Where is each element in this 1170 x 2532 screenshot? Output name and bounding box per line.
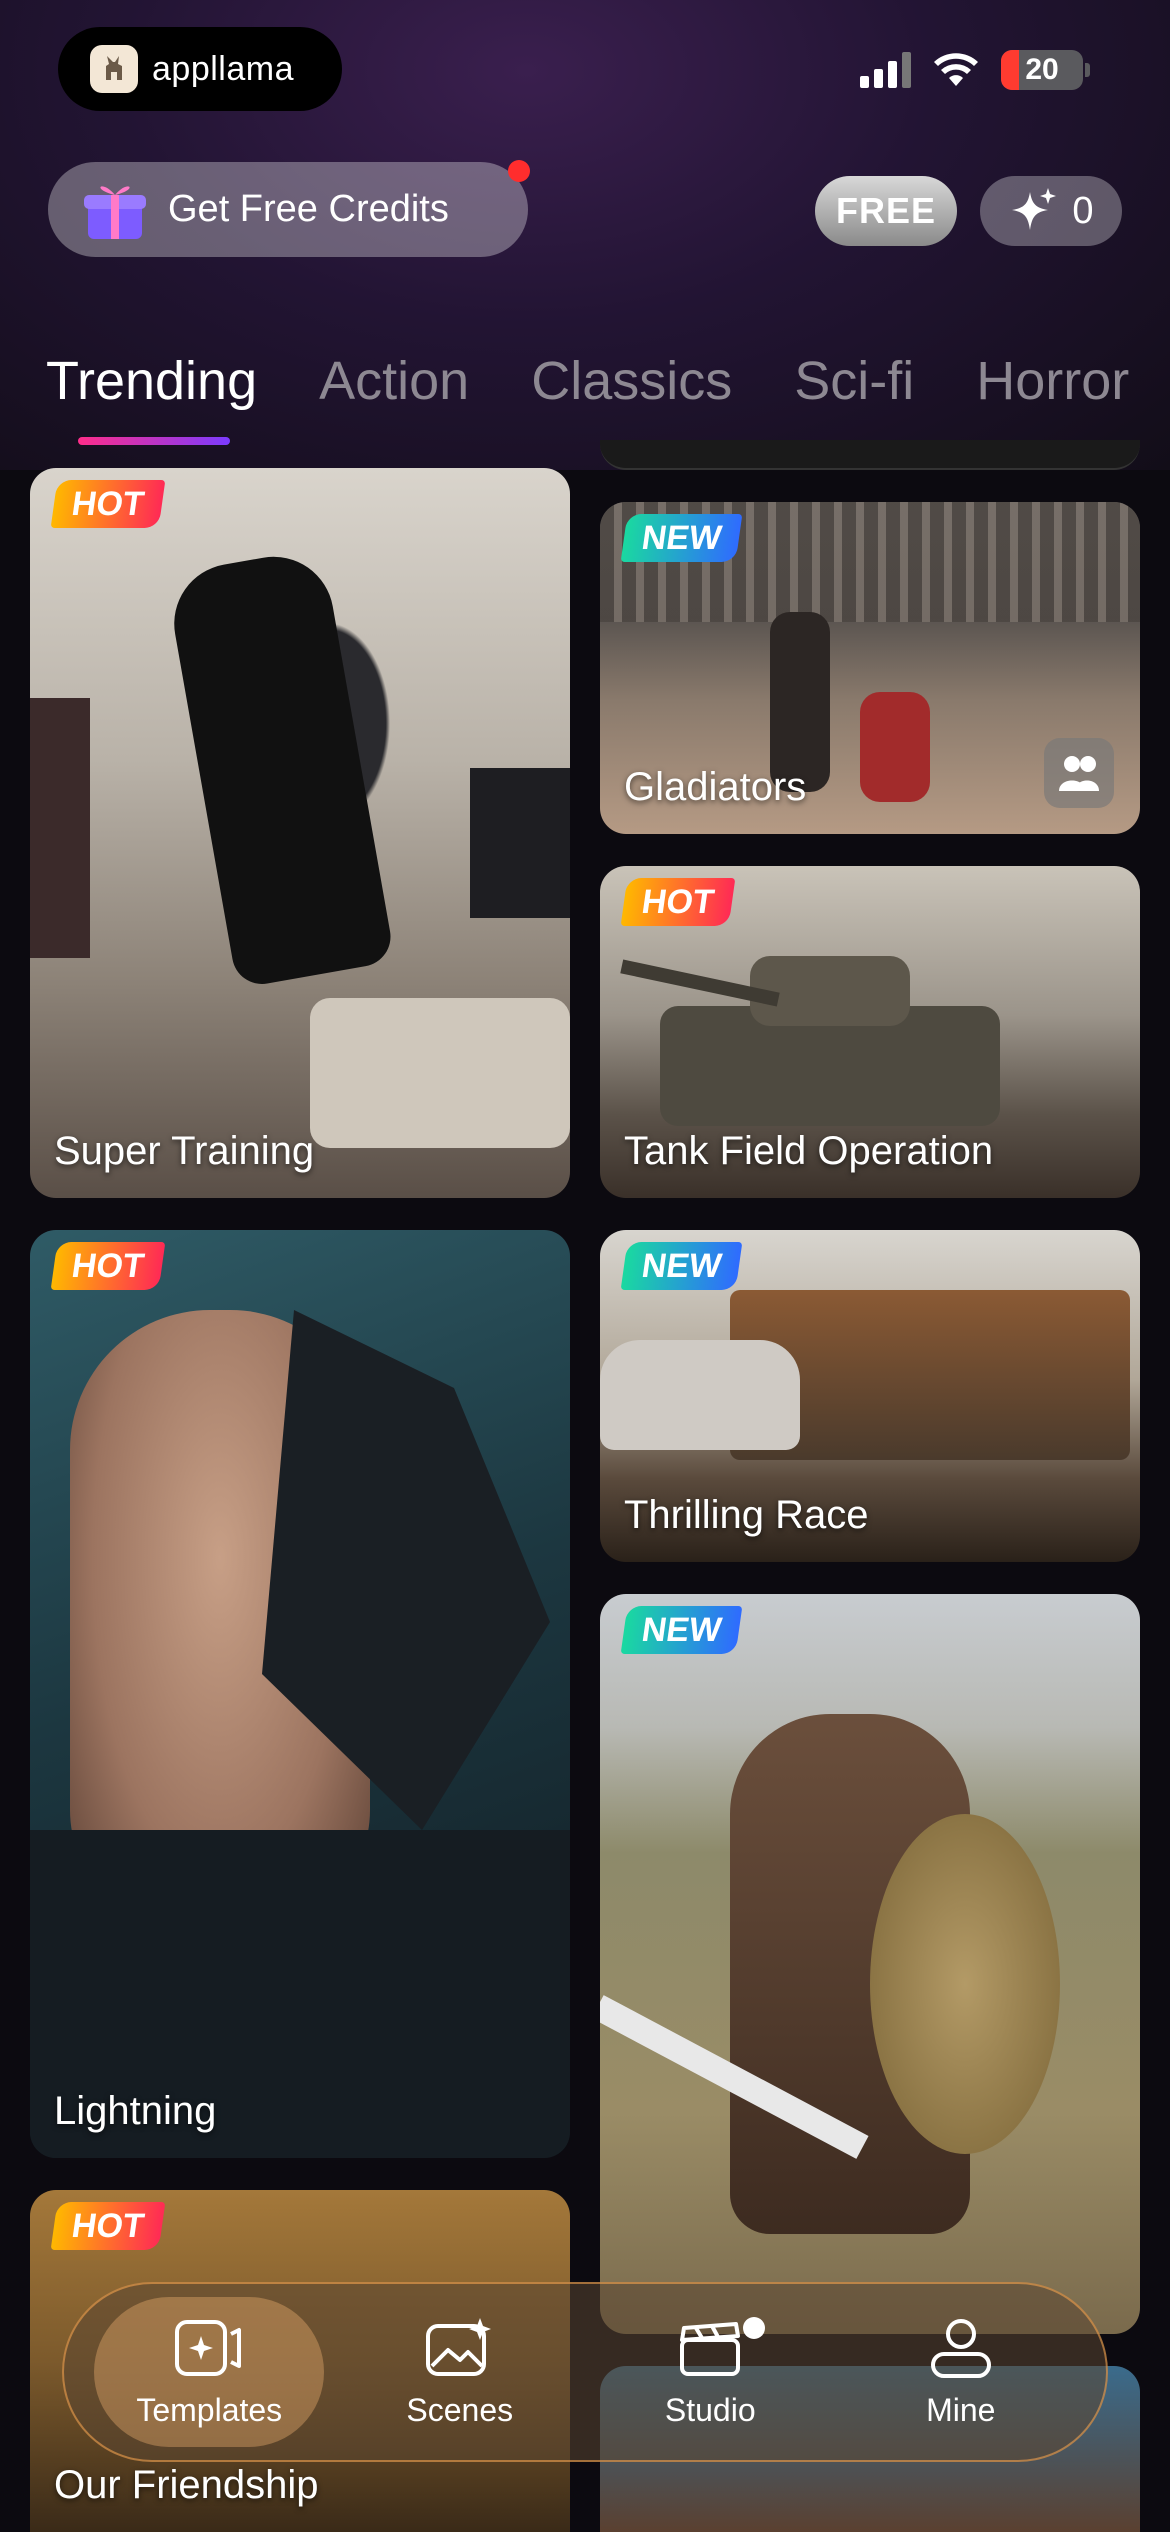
nav-templates[interactable]: Templates bbox=[94, 2297, 325, 2447]
clapperboard-icon bbox=[680, 2321, 741, 2376]
free-label: FREE bbox=[835, 190, 936, 231]
multi-person-icon bbox=[1044, 738, 1114, 808]
card-title: Our Friendship bbox=[54, 2463, 319, 2507]
free-plan-badge[interactable]: FREE bbox=[815, 176, 957, 246]
app-indicator-pill[interactable]: appllama bbox=[58, 27, 342, 111]
template-card-thrilling-race[interactable]: NEW Thrilling Race bbox=[600, 1230, 1140, 1562]
system-status: 20 bbox=[860, 50, 1090, 90]
card-title: Super Training bbox=[54, 1129, 315, 1173]
template-card-super-training[interactable]: HOT Super Training bbox=[30, 468, 570, 1198]
credits-button-label: Get Free Credits bbox=[168, 188, 449, 230]
scenes-icon bbox=[425, 2317, 491, 2376]
person-figure bbox=[164, 547, 396, 989]
notification-dot bbox=[508, 160, 530, 182]
nav-scenes[interactable]: Scenes bbox=[345, 2297, 575, 2447]
wall-art bbox=[30, 698, 90, 958]
card-title: Thrilling Race bbox=[624, 1493, 869, 1537]
hot-badge: HOT bbox=[50, 2202, 166, 2250]
template-card-tank-field-operation[interactable]: HOT Tank Field Operation bbox=[600, 866, 1140, 1198]
kneeling-figure bbox=[860, 692, 930, 802]
card-title: Gladiators bbox=[624, 765, 807, 809]
template-card-lightning[interactable]: HOT Lightning bbox=[30, 1230, 570, 2158]
car bbox=[600, 1340, 800, 1450]
sparkle-icon bbox=[1012, 188, 1057, 230]
nav-label: Studio bbox=[664, 2391, 756, 2428]
category-tabs: Trending Action Classics Sci-fi Horror bbox=[46, 350, 1129, 420]
nav-label: Templates bbox=[136, 2391, 283, 2428]
new-badge: NEW bbox=[620, 514, 743, 562]
hot-badge: HOT bbox=[50, 480, 166, 528]
hot-badge: HOT bbox=[620, 878, 736, 926]
nav-studio[interactable]: Studio bbox=[595, 2297, 825, 2447]
tab-action[interactable]: Action bbox=[319, 350, 469, 420]
wifi-icon bbox=[934, 53, 978, 86]
tab-horror[interactable]: Horror bbox=[976, 350, 1129, 420]
nav-label: Scenes bbox=[406, 2391, 514, 2428]
active-tab-indicator bbox=[78, 437, 230, 445]
sofa bbox=[310, 998, 570, 1148]
credits-balance-button[interactable]: 0 bbox=[980, 176, 1122, 246]
tab-sci-fi[interactable]: Sci-fi bbox=[794, 350, 914, 420]
card-title: Lightning bbox=[54, 2089, 217, 2133]
card-title: Tank Field Operation bbox=[624, 1129, 994, 1173]
shield bbox=[870, 1814, 1060, 2154]
nav-mine[interactable]: Mine bbox=[846, 2297, 1076, 2447]
partial-card[interactable] bbox=[600, 440, 1140, 470]
gift-icon bbox=[84, 185, 146, 239]
hot-badge: HOT bbox=[50, 1242, 166, 1290]
tab-trending[interactable]: Trending bbox=[46, 350, 257, 420]
templates-icon bbox=[175, 2319, 242, 2376]
new-badge: NEW bbox=[620, 1242, 743, 1290]
tab-classics[interactable]: Classics bbox=[531, 350, 732, 420]
cellular-signal-icon bbox=[860, 52, 911, 88]
notification-dot bbox=[743, 2317, 766, 2339]
template-card-warrior[interactable]: NEW bbox=[600, 1594, 1140, 2334]
tv-screen bbox=[470, 768, 570, 918]
get-free-credits-button[interactable]: Get Free Credits bbox=[48, 160, 530, 257]
bottom-navigation: Templates Scenes Studio Mine bbox=[62, 2282, 1108, 2462]
llama-logo-icon bbox=[90, 45, 138, 93]
new-badge: NEW bbox=[620, 1606, 743, 1654]
credits-count: 0 bbox=[1072, 189, 1094, 232]
app-name: appllama bbox=[152, 49, 294, 88]
person-icon bbox=[930, 2318, 991, 2378]
battery-level: 20 bbox=[1025, 53, 1059, 86]
nav-label: Mine bbox=[926, 2391, 996, 2428]
template-card-gladiators[interactable]: NEW Gladiators bbox=[600, 502, 1140, 834]
battery-indicator: 20 bbox=[1001, 50, 1083, 90]
